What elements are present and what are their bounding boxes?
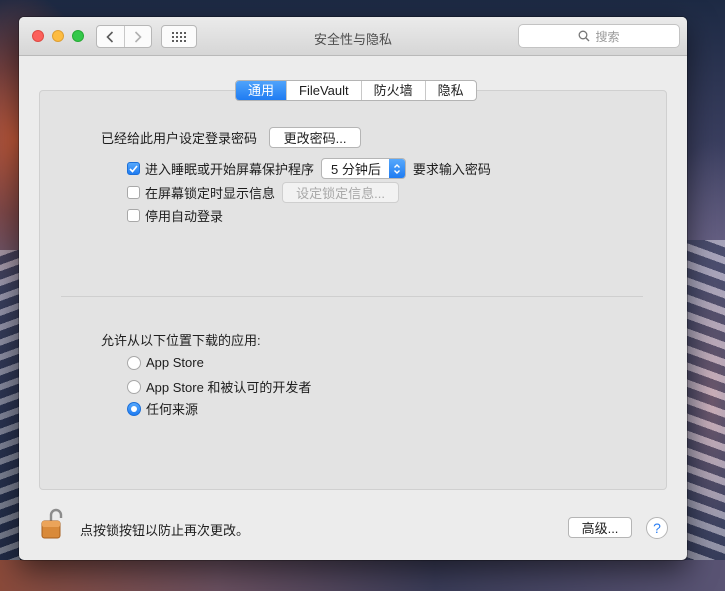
password-label: 已经给此用户设定登录密码 bbox=[101, 131, 258, 146]
tab-firewall[interactable]: 防火墙 bbox=[360, 81, 425, 100]
download-option-identified[interactable]: App Store 和被认可的开发者 bbox=[127, 377, 311, 396]
password-delay-select[interactable]: 5 分钟后 bbox=[321, 158, 406, 179]
lock-button[interactable] bbox=[41, 507, 63, 541]
search-field[interactable]: 搜索 bbox=[518, 24, 680, 48]
tab-privacy[interactable]: 隐私 bbox=[424, 81, 476, 100]
anywhere-label: 任何来源 bbox=[146, 402, 199, 417]
app-store-label: App Store bbox=[146, 355, 204, 370]
set-lock-message-button[interactable]: 设定锁定信息... bbox=[282, 182, 400, 203]
identified-developers-label: App Store 和被认可的开发者 bbox=[146, 380, 312, 395]
general-panel bbox=[39, 90, 667, 490]
disable-auto-login-label: 停用自动登录 bbox=[145, 209, 224, 224]
search-placeholder: 搜索 bbox=[595, 29, 620, 44]
identified-developers-radio[interactable] bbox=[127, 379, 141, 394]
wallpaper-left bbox=[0, 250, 20, 591]
lock-message-row: 在屏幕锁定时显示信息 设定锁定信息... bbox=[127, 182, 400, 203]
padlock-icon bbox=[41, 508, 63, 539]
updown-arrows-icon bbox=[388, 159, 405, 178]
tab-general[interactable]: 通用 bbox=[236, 81, 287, 100]
require-password-row: 进入睡眠或开始屏幕保护程序 5 分钟后 要求输入密码 bbox=[127, 158, 491, 179]
change-password-button[interactable]: 更改密码... bbox=[269, 127, 362, 148]
wallpaper-right bbox=[687, 240, 725, 591]
preferences-window: 安全性与隐私 搜索 通用 FileVault 防火墙 隐私 已经给此用户设定登录… bbox=[19, 17, 687, 560]
app-store-radio[interactable] bbox=[127, 355, 141, 370]
require-password-suffix: 要求输入密码 bbox=[412, 162, 491, 177]
checkmark-icon bbox=[129, 164, 138, 173]
tab-bar: 通用 FileVault 防火墙 隐私 bbox=[235, 80, 477, 101]
download-option-anywhere[interactable]: 任何来源 bbox=[127, 399, 198, 418]
lock-text: 点按锁按钮以防止再次更改。 bbox=[80, 523, 250, 538]
help-button[interactable]: ? bbox=[646, 517, 668, 539]
anywhere-radio[interactable] bbox=[127, 401, 141, 416]
password-delay-value: 5 分钟后 bbox=[331, 162, 381, 177]
disable-auto-login-checkbox[interactable] bbox=[127, 209, 140, 222]
disable-auto-login-row: 停用自动登录 bbox=[127, 206, 223, 225]
require-password-prefix: 进入睡眠或开始屏幕保护程序 bbox=[145, 162, 315, 177]
title-bar: 安全性与隐私 搜索 bbox=[19, 17, 687, 56]
tab-filevault[interactable]: FileVault bbox=[286, 81, 361, 100]
require-password-checkbox[interactable] bbox=[127, 162, 140, 175]
downloads-heading-row: 允许从以下位置下载的应用: bbox=[101, 330, 261, 349]
lock-message-checkbox[interactable] bbox=[127, 186, 140, 199]
section-divider bbox=[61, 296, 643, 297]
search-icon bbox=[579, 30, 590, 42]
lock-text-row: 点按锁按钮以防止再次更改。 bbox=[80, 520, 249, 539]
downloads-heading: 允许从以下位置下载的应用: bbox=[101, 333, 261, 348]
download-option-app-store[interactable]: App Store bbox=[127, 355, 204, 370]
advanced-button[interactable]: 高级... bbox=[568, 517, 632, 538]
wallpaper-bottom bbox=[0, 560, 725, 591]
password-row: 已经给此用户设定登录密码 更改密码... bbox=[101, 127, 362, 148]
lock-message-label: 在屏幕锁定时显示信息 bbox=[145, 186, 276, 201]
